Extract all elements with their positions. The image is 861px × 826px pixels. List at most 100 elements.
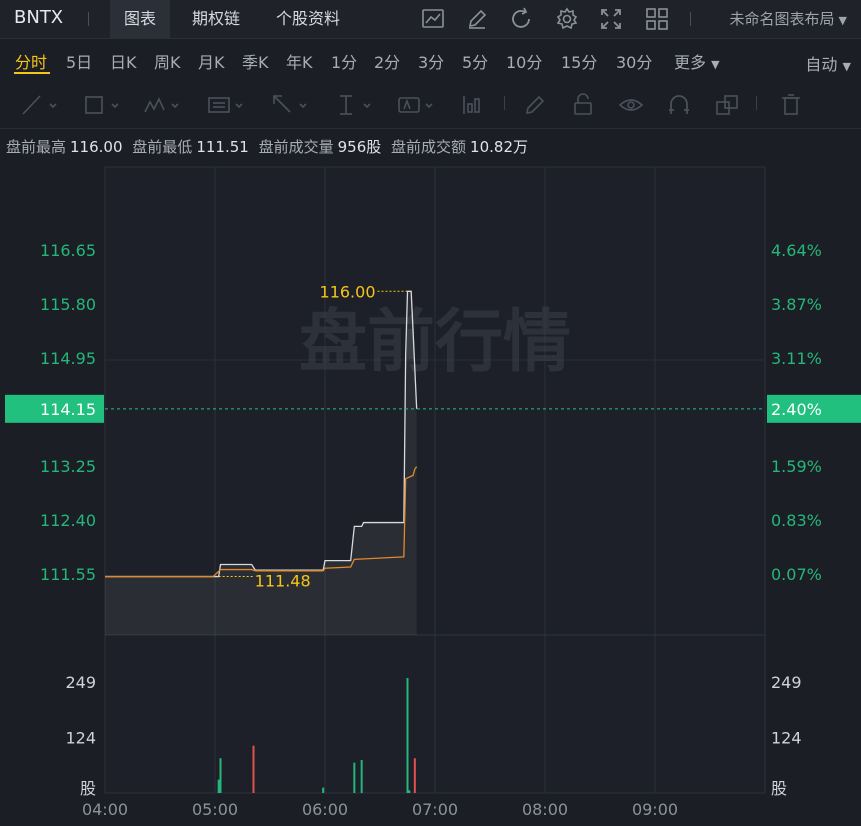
price-axis-label: 115.80 xyxy=(40,295,96,314)
period-5m[interactable]: 5分 xyxy=(462,49,488,73)
period-15m[interactable]: 15分 xyxy=(561,49,597,73)
trash-icon[interactable] xyxy=(778,92,804,118)
auto-scale-selector[interactable]: 自动 ▼ xyxy=(805,51,851,75)
period-2m[interactable]: 2分 xyxy=(374,49,400,73)
magnet-icon[interactable] xyxy=(666,92,692,118)
volume-bar xyxy=(252,745,255,793)
premarket-volume-label: 盘前成交量 xyxy=(258,138,334,156)
period-10m[interactable]: 10分 xyxy=(506,49,542,73)
intraday-chart[interactable]: 盘前行情 116.00 111.48 116.65 4.64% 115.80 3.87%… xyxy=(0,160,861,826)
chart-grid xyxy=(104,166,766,794)
wave-pattern-icon[interactable] xyxy=(142,92,179,118)
percent-axis-label: 1.59% xyxy=(771,457,822,476)
period-30m[interactable]: 30分 xyxy=(616,49,652,73)
premarket-info: 盘前最高 116.00 盘前最低 111.51 盘前成交量 956股 盘前成交额 10.… xyxy=(6,136,533,157)
period-more-label: 更多 xyxy=(674,53,707,72)
current-price-value: 114.15 xyxy=(40,400,96,419)
premarket-amount-label: 盘前成交额 xyxy=(391,138,467,156)
period-more[interactable]: 更多 ▼ xyxy=(674,49,720,73)
text-note-icon[interactable] xyxy=(206,92,243,118)
time-axis-label: 06:00 xyxy=(302,800,348,819)
percent-axis-label: 3.87% xyxy=(771,295,822,314)
period-year[interactable]: 年K xyxy=(286,49,313,73)
price-axis-label: 114.95 xyxy=(40,349,96,368)
layout-name: 未命名图表布局 xyxy=(729,10,835,28)
layout-grid-icon[interactable] xyxy=(644,6,670,32)
watermark: 盘前行情 xyxy=(299,303,571,382)
premarket-low-value: 111.51 xyxy=(196,138,249,156)
chevron-down-icon: ▼ xyxy=(842,60,851,73)
volume-unit-label-right: 股 xyxy=(771,779,787,798)
premarket-high-label: 盘前最高 xyxy=(6,138,67,156)
time-axis-label: 05:00 xyxy=(192,800,238,819)
volume-bar xyxy=(219,758,222,793)
volume-bar xyxy=(413,758,416,793)
arrow-tool-icon[interactable] xyxy=(270,92,307,118)
period-month[interactable]: 月K xyxy=(198,49,225,73)
lock-icon[interactable] xyxy=(570,92,596,118)
active-period-underline xyxy=(14,72,50,74)
price-axis-label: 111.55 xyxy=(40,565,96,584)
divider xyxy=(88,12,89,26)
volume-bar xyxy=(217,779,220,793)
high-price-label: 116.00 xyxy=(320,282,376,301)
volume-bar xyxy=(353,762,356,793)
current-percent-value: 2.40% xyxy=(771,400,822,419)
time-axis-label: 04:00 xyxy=(82,800,128,819)
period-quarter[interactable]: 季K xyxy=(242,49,269,73)
bar-chart-icon[interactable] xyxy=(460,92,486,118)
ticker-symbol: BNTX xyxy=(14,7,64,28)
price-axis-label: 113.25 xyxy=(40,457,96,476)
chevron-down-icon: ▼ xyxy=(711,58,720,71)
period-week[interactable]: 周K xyxy=(154,49,181,73)
drawing-toolbar xyxy=(0,82,861,129)
premarket-volume-value: 956股 xyxy=(337,138,382,156)
tab-chart[interactable]: 图表 xyxy=(110,0,171,38)
indicator-icon[interactable] xyxy=(420,6,446,32)
period-intraday[interactable]: 分时 xyxy=(15,49,47,73)
pencil-icon[interactable] xyxy=(522,92,548,118)
period-3m[interactable]: 3分 xyxy=(418,49,444,73)
layers-icon[interactable] xyxy=(714,92,740,118)
settings-gear-icon[interactable] xyxy=(554,6,580,32)
volume-axis-label-right: 249 xyxy=(771,673,802,692)
volume-bar xyxy=(406,677,409,793)
price-axis-label: 116.65 xyxy=(40,241,96,260)
tab-option-chain[interactable]: 期权链 xyxy=(178,0,254,38)
volume-bar xyxy=(322,787,325,793)
volume-axis-label: 249 xyxy=(65,673,96,692)
divider xyxy=(504,96,505,110)
trend-line-icon[interactable] xyxy=(20,92,57,118)
chevron-down-icon: ▼ xyxy=(838,14,847,27)
fullscreen-icon[interactable] xyxy=(598,6,624,32)
volume-axis-label-right: 124 xyxy=(771,729,802,748)
period-1m[interactable]: 1分 xyxy=(331,49,357,73)
refresh-icon[interactable] xyxy=(508,6,534,32)
top-bar: BNTX 图表 期权链 个股资料 未命名图表布局 ▼ xyxy=(0,0,861,39)
volume-bar xyxy=(360,760,363,793)
period-5d[interactable]: 5日 xyxy=(66,49,92,73)
layout-selector[interactable]: 未命名图表布局 ▼ xyxy=(730,8,847,29)
price-axis-label: 112.40 xyxy=(40,511,96,530)
premarket-high-value: 116.00 xyxy=(70,138,123,156)
rectangle-icon[interactable] xyxy=(82,92,119,118)
percent-axis-label: 0.07% xyxy=(771,565,822,584)
time-axis-label: 07:00 xyxy=(412,800,458,819)
volume-bar xyxy=(408,790,411,793)
draw-icon[interactable] xyxy=(464,6,490,32)
divider xyxy=(756,96,757,110)
period-day[interactable]: 日K xyxy=(110,49,137,73)
eye-icon[interactable] xyxy=(618,92,644,118)
label-text-icon[interactable] xyxy=(396,92,433,118)
auto-label: 自动 xyxy=(805,55,838,74)
low-price-label: 111.48 xyxy=(255,572,311,591)
volume-unit-label: 股 xyxy=(80,779,96,798)
time-axis-label: 09:00 xyxy=(632,800,678,819)
percent-axis-label: 3.11% xyxy=(771,349,822,368)
tab-stock-profile[interactable]: 个股资料 xyxy=(262,0,354,38)
divider xyxy=(690,12,691,26)
percent-axis-label: 0.83% xyxy=(771,511,822,530)
measure-icon[interactable] xyxy=(334,92,371,118)
premarket-amount-value: 10.82万 xyxy=(470,138,528,156)
percent-axis-label: 4.64% xyxy=(771,241,822,260)
